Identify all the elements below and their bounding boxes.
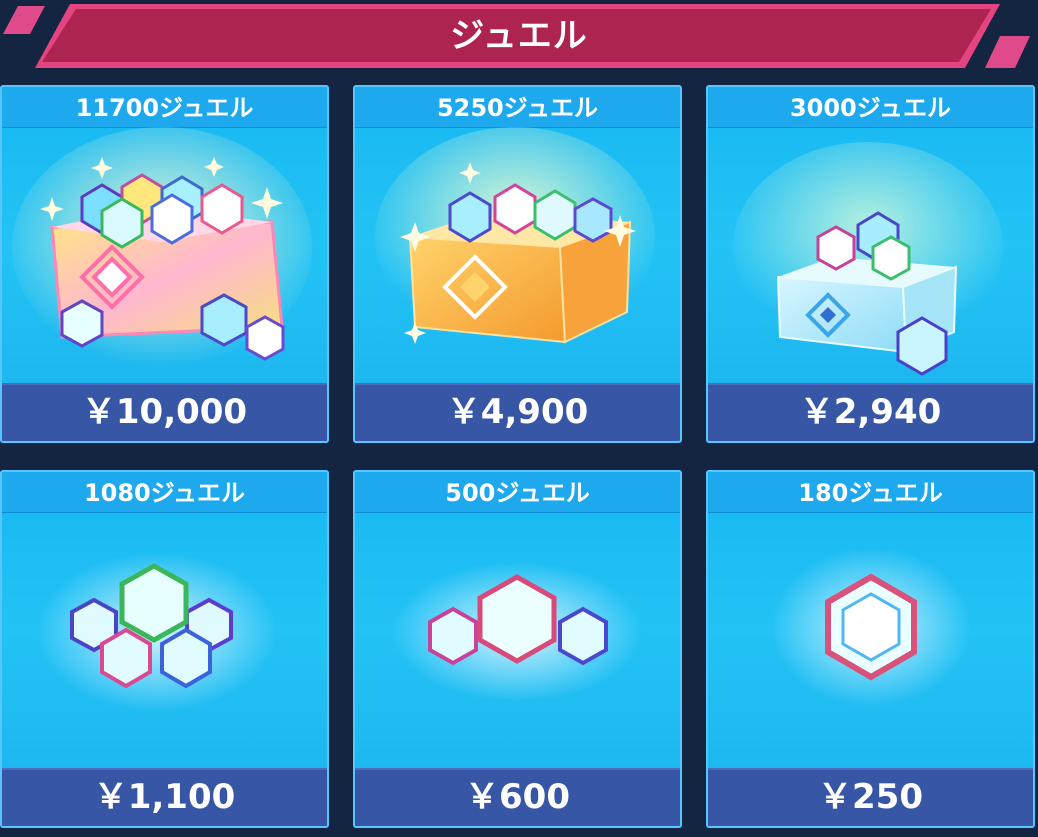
price-label: ￥4,900 [355,383,680,441]
product-card-180[interactable]: 180ジュエル ￥250 [706,470,1035,828]
product-card-3000[interactable]: 3000ジュエル ￥2,940 [706,85,1035,443]
product-title: 5250ジュエル [355,87,680,128]
price-label: ￥10,000 [2,383,327,441]
price-label: ￥250 [708,768,1033,826]
pink-crystal-box-icon [2,127,327,387]
product-title: 11700ジュエル [2,87,327,128]
price-label: ￥2,940 [708,383,1033,441]
jewel-pile-five-icon [2,512,327,772]
product-title: 1080ジュエル [2,472,327,513]
price-label: ￥600 [355,768,680,826]
single-jewel-icon [708,512,1033,772]
product-title: 3000ジュエル [708,87,1033,128]
product-card-11700[interactable]: 11700ジュエル ￥10,000 [0,85,329,443]
product-title: 500ジュエル [355,472,680,513]
page-title: ジュエル [450,16,588,56]
product-card-5250[interactable]: 5250ジュエル ￥4,900 [353,85,682,443]
ice-crystal-box-icon [708,127,1033,387]
header-banner: ジュエル [0,0,1038,78]
price-label: ￥1,100 [2,768,327,826]
product-card-1080[interactable]: 1080ジュエル ￥1,100 [0,470,329,828]
jewel-pile-three-icon [355,512,680,772]
gold-crystal-box-icon [355,127,680,387]
product-card-500[interactable]: 500ジュエル ￥600 [353,470,682,828]
product-title: 180ジュエル [708,472,1033,513]
